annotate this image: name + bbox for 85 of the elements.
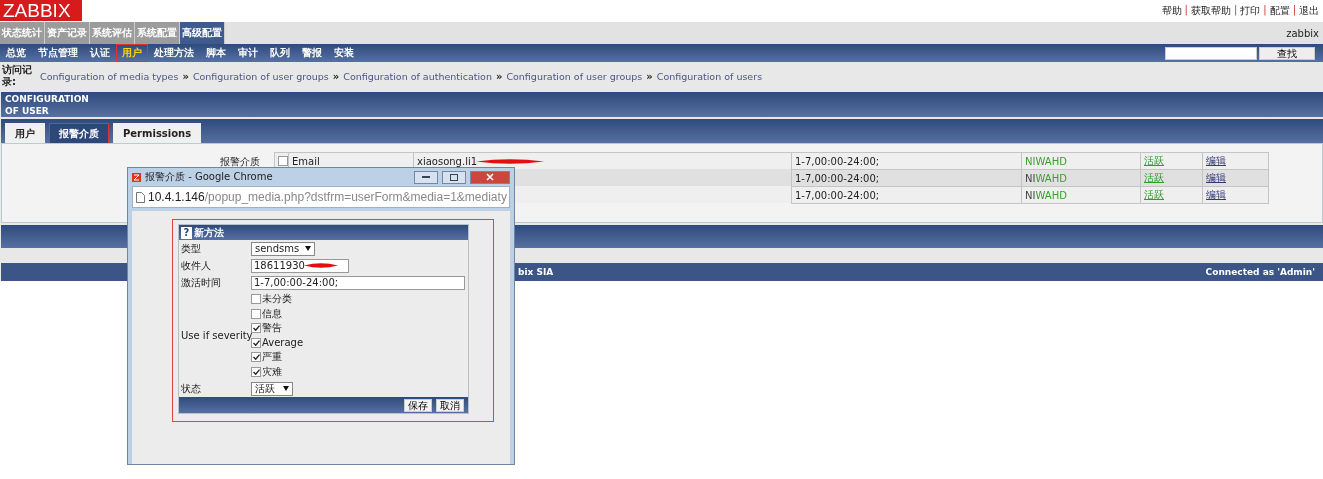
tab[interactable]: 报警介质 <box>49 123 109 143</box>
minimize-button[interactable] <box>414 170 438 184</box>
menu-item[interactable]: 总览 <box>0 44 32 62</box>
select-field[interactable]: sendsms <box>251 241 316 256</box>
top-tab[interactable]: 高级配置 <box>180 22 225 44</box>
checkbox[interactable] <box>251 294 261 305</box>
menu-item[interactable]: 队列 <box>264 44 296 62</box>
breadcrumb-link[interactable]: Configuration of user groups <box>192 70 329 82</box>
section-title: CONFIGURATION OF USER <box>5 93 90 117</box>
header-link[interactable]: 打印 <box>1240 4 1261 18</box>
search-field[interactable] <box>1165 46 1257 60</box>
checkbox-label: 灾难 <box>262 364 282 379</box>
field-label: 状态 <box>181 381 202 396</box>
form-title: 新方法 <box>194 225 224 240</box>
menu-item[interactable]: 处理方法 <box>148 44 200 62</box>
checkbox-label: Average <box>262 337 304 349</box>
link-separator: | <box>1233 4 1238 18</box>
table-cell: 1-7,00:00-24:00; <box>791 186 1022 204</box>
severity-text: NIWAHD <box>1025 155 1067 167</box>
menu-item[interactable]: 节点管理 <box>32 44 84 62</box>
field-label: 报警介质 <box>219 155 260 169</box>
checkbox[interactable] <box>278 156 288 166</box>
link-separator: | <box>1184 4 1188 18</box>
menu-item[interactable]: 警报 <box>296 44 328 62</box>
breadcrumb-separator: » <box>182 70 189 82</box>
field-label: 收件人 <box>181 258 212 273</box>
caret-icon <box>305 246 312 251</box>
severity-text: NIWAHD <box>1025 172 1067 184</box>
breadcrumb-separator: » <box>332 70 340 82</box>
address-bar[interactable]: 10.4.1.146/popup_media.php?dstfrm=userForm&media=1&mediaty <box>132 186 510 208</box>
checkbox[interactable] <box>251 308 261 319</box>
form-button[interactable]: 保存 <box>404 398 432 412</box>
checkbox[interactable] <box>251 323 261 334</box>
breadcrumb-separator: » <box>495 70 503 82</box>
checkbox[interactable] <box>251 337 261 348</box>
page-icon <box>136 191 145 203</box>
maximize-button[interactable] <box>442 170 466 184</box>
menu-item[interactable]: 安装 <box>328 44 360 62</box>
history-label: 访问记录: <box>2 64 33 88</box>
header-link[interactable]: 退出 <box>1299 4 1319 18</box>
checkbox-label: 严重 <box>262 350 282 365</box>
breadcrumb-link[interactable]: Configuration of authentication <box>343 70 492 82</box>
field-label: Use if severity <box>181 330 251 341</box>
url-text: 10.4.1.146/popup_media.php?dstfrm=userForm&media=1&mediaty <box>148 190 507 204</box>
header-link[interactable]: 获取帮助 <box>1190 4 1231 18</box>
link-separator: | <box>1263 4 1267 18</box>
breadcrumb-link[interactable]: Configuration of users <box>656 70 763 82</box>
breadcrumb-separator: » <box>646 70 653 82</box>
maximize-icon <box>450 173 458 181</box>
header-link[interactable]: 帮助 <box>1161 4 1182 18</box>
header-link[interactable]: 配置 <box>1269 4 1290 18</box>
field-label: 激活时间 <box>181 275 222 290</box>
window-title: 报警介质 - Google Chrome <box>145 170 274 184</box>
close-button[interactable] <box>470 170 510 184</box>
close-icon <box>486 173 494 181</box>
select-field[interactable]: 活跃 <box>251 381 293 396</box>
breadcrumb-link[interactable]: Configuration of media types <box>40 70 179 82</box>
menu-item[interactable]: 用户 <box>116 44 148 62</box>
checkbox-label: 警告 <box>262 321 282 336</box>
minimize-icon <box>422 175 430 179</box>
help-icon[interactable]: ? <box>181 226 192 239</box>
recipient-text: xiaosong.li1 <box>417 155 478 167</box>
connected-text: Connected as 'Admin' <box>1205 267 1315 277</box>
search-button[interactable]: 查找 <box>1259 46 1315 60</box>
checkbox-label: 信息 <box>262 306 282 321</box>
input-field[interactable]: 18611930 <box>251 258 349 273</box>
menu-item[interactable]: 脚本 <box>200 44 232 62</box>
checkbox[interactable] <box>251 366 261 377</box>
input-field[interactable]: 1-7,00:00-24:00; <box>251 275 465 290</box>
menu-item[interactable]: 认证 <box>84 44 116 62</box>
form-button[interactable]: 取消 <box>436 398 464 412</box>
field-label: 类型 <box>181 241 202 256</box>
app-icon <box>132 172 141 182</box>
caret-icon <box>283 386 289 391</box>
username: zabbix <box>1286 27 1320 39</box>
severity-text: NIWAHD <box>1025 189 1067 201</box>
menu-item[interactable]: 审计 <box>232 44 264 62</box>
link-separator: | <box>1292 4 1296 18</box>
logo: ZABBIX <box>0 0 82 21</box>
tab[interactable]: Permissions <box>113 123 202 143</box>
copyright-text: bix SIA <box>518 267 554 277</box>
checkbox-label: 未分类 <box>262 292 292 307</box>
tab[interactable]: 用户 <box>5 123 45 143</box>
checkbox[interactable] <box>251 352 261 363</box>
breadcrumb-link[interactable]: Configuration of user groups <box>506 70 643 82</box>
